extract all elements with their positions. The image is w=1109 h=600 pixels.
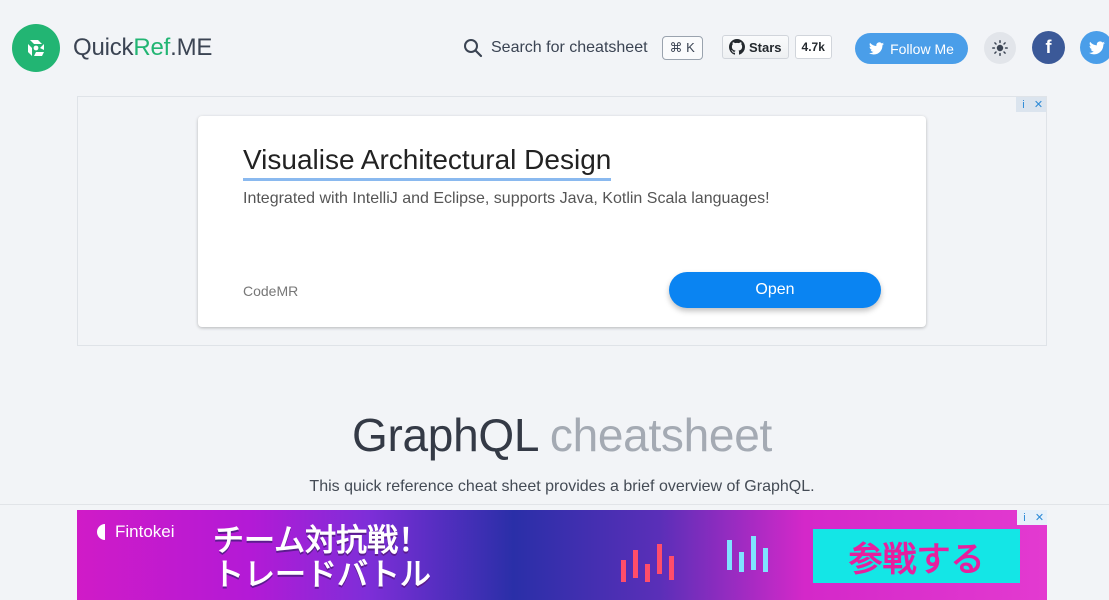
twitter-follow-button[interactable]: Follow Me <box>855 33 968 64</box>
divider <box>0 504 1109 505</box>
twitter-bird-icon <box>869 42 885 55</box>
site-header: QuickRef.ME Search for cheatsheet ⌘ K St… <box>0 0 1109 96</box>
facebook-icon: f <box>1045 37 1052 57</box>
ad-info-icon[interactable]: i <box>1017 510 1032 525</box>
github-stars-widget: Stars 4.7k <box>722 35 832 59</box>
ad-advertiser: CodeMR <box>243 283 299 299</box>
ad-card[interactable]: Visualise Architectural Design Integrate… <box>198 116 926 327</box>
github-icon <box>729 39 745 55</box>
facebook-button[interactable]: f <box>1032 31 1065 64</box>
search-button[interactable]: Search for cheatsheet ⌘ K <box>463 36 703 60</box>
ad-headline[interactable]: Visualise Architectural Design <box>243 144 612 181</box>
github-stars-label: Stars <box>749 39 782 55</box>
page-title-main: GraphQL <box>352 409 538 461</box>
ad-choices: i ✕ <box>1016 97 1046 112</box>
ad-description: Integrated with IntelliJ and Eclipse, su… <box>243 190 770 207</box>
banner-headline-line1: チーム対抗戦！ <box>213 523 430 559</box>
follow-label: Follow Me <box>890 40 954 57</box>
search-shortcut: ⌘ K <box>661 36 703 60</box>
banner-ad-choices: i ✕ <box>1017 510 1047 525</box>
theme-toggle-button[interactable] <box>984 32 1016 64</box>
page-title: GraphQL cheatsheet <box>0 408 1109 462</box>
ad-close-icon[interactable]: ✕ <box>1031 97 1046 112</box>
banner-advertisement[interactable]: Fintokei チーム対抗戦！ トレードバトル 参戦する i ✕ <box>77 510 1047 600</box>
github-stars-count[interactable]: 4.7k <box>794 35 832 59</box>
ad-info-icon[interactable]: i <box>1016 97 1031 112</box>
banner-headline: チーム対抗戦！ トレードバトル <box>213 524 431 592</box>
page-intro: This quick reference cheat sheet provide… <box>309 478 815 495</box>
banner-chart-graphic <box>621 536 768 582</box>
site-name: QuickRef.ME <box>73 34 212 62</box>
top-advertisement: i ✕ Visualise Architectural Design Integ… <box>77 96 1047 346</box>
banner-brand: Fintokei <box>97 522 175 542</box>
site-name-suffix: .ME <box>170 34 213 61</box>
ad-open-button[interactable]: Open <box>669 272 881 308</box>
logo-icon <box>12 24 60 72</box>
search-icon <box>464 39 483 58</box>
banner-headline-line2: トレードバトル <box>213 557 431 593</box>
page-title-suffix: cheatsheet <box>549 409 772 461</box>
banner-brand-name: Fintokei <box>115 522 175 541</box>
twitter-button[interactable] <box>1080 31 1109 64</box>
fintokei-logo-icon <box>97 524 105 540</box>
ad-close-icon[interactable]: ✕ <box>1032 510 1047 525</box>
site-logo[interactable]: QuickRef.ME <box>12 24 212 72</box>
site-name-accent: Ref <box>133 34 171 61</box>
site-name-main: QuickRef <box>73 34 171 61</box>
banner-cta-button[interactable]: 参戦する <box>813 529 1020 583</box>
sun-icon <box>992 40 1008 56</box>
search-label: Search for cheatsheet <box>491 39 648 56</box>
twitter-icon <box>1088 40 1105 54</box>
github-stars-button[interactable]: Stars <box>722 35 789 59</box>
